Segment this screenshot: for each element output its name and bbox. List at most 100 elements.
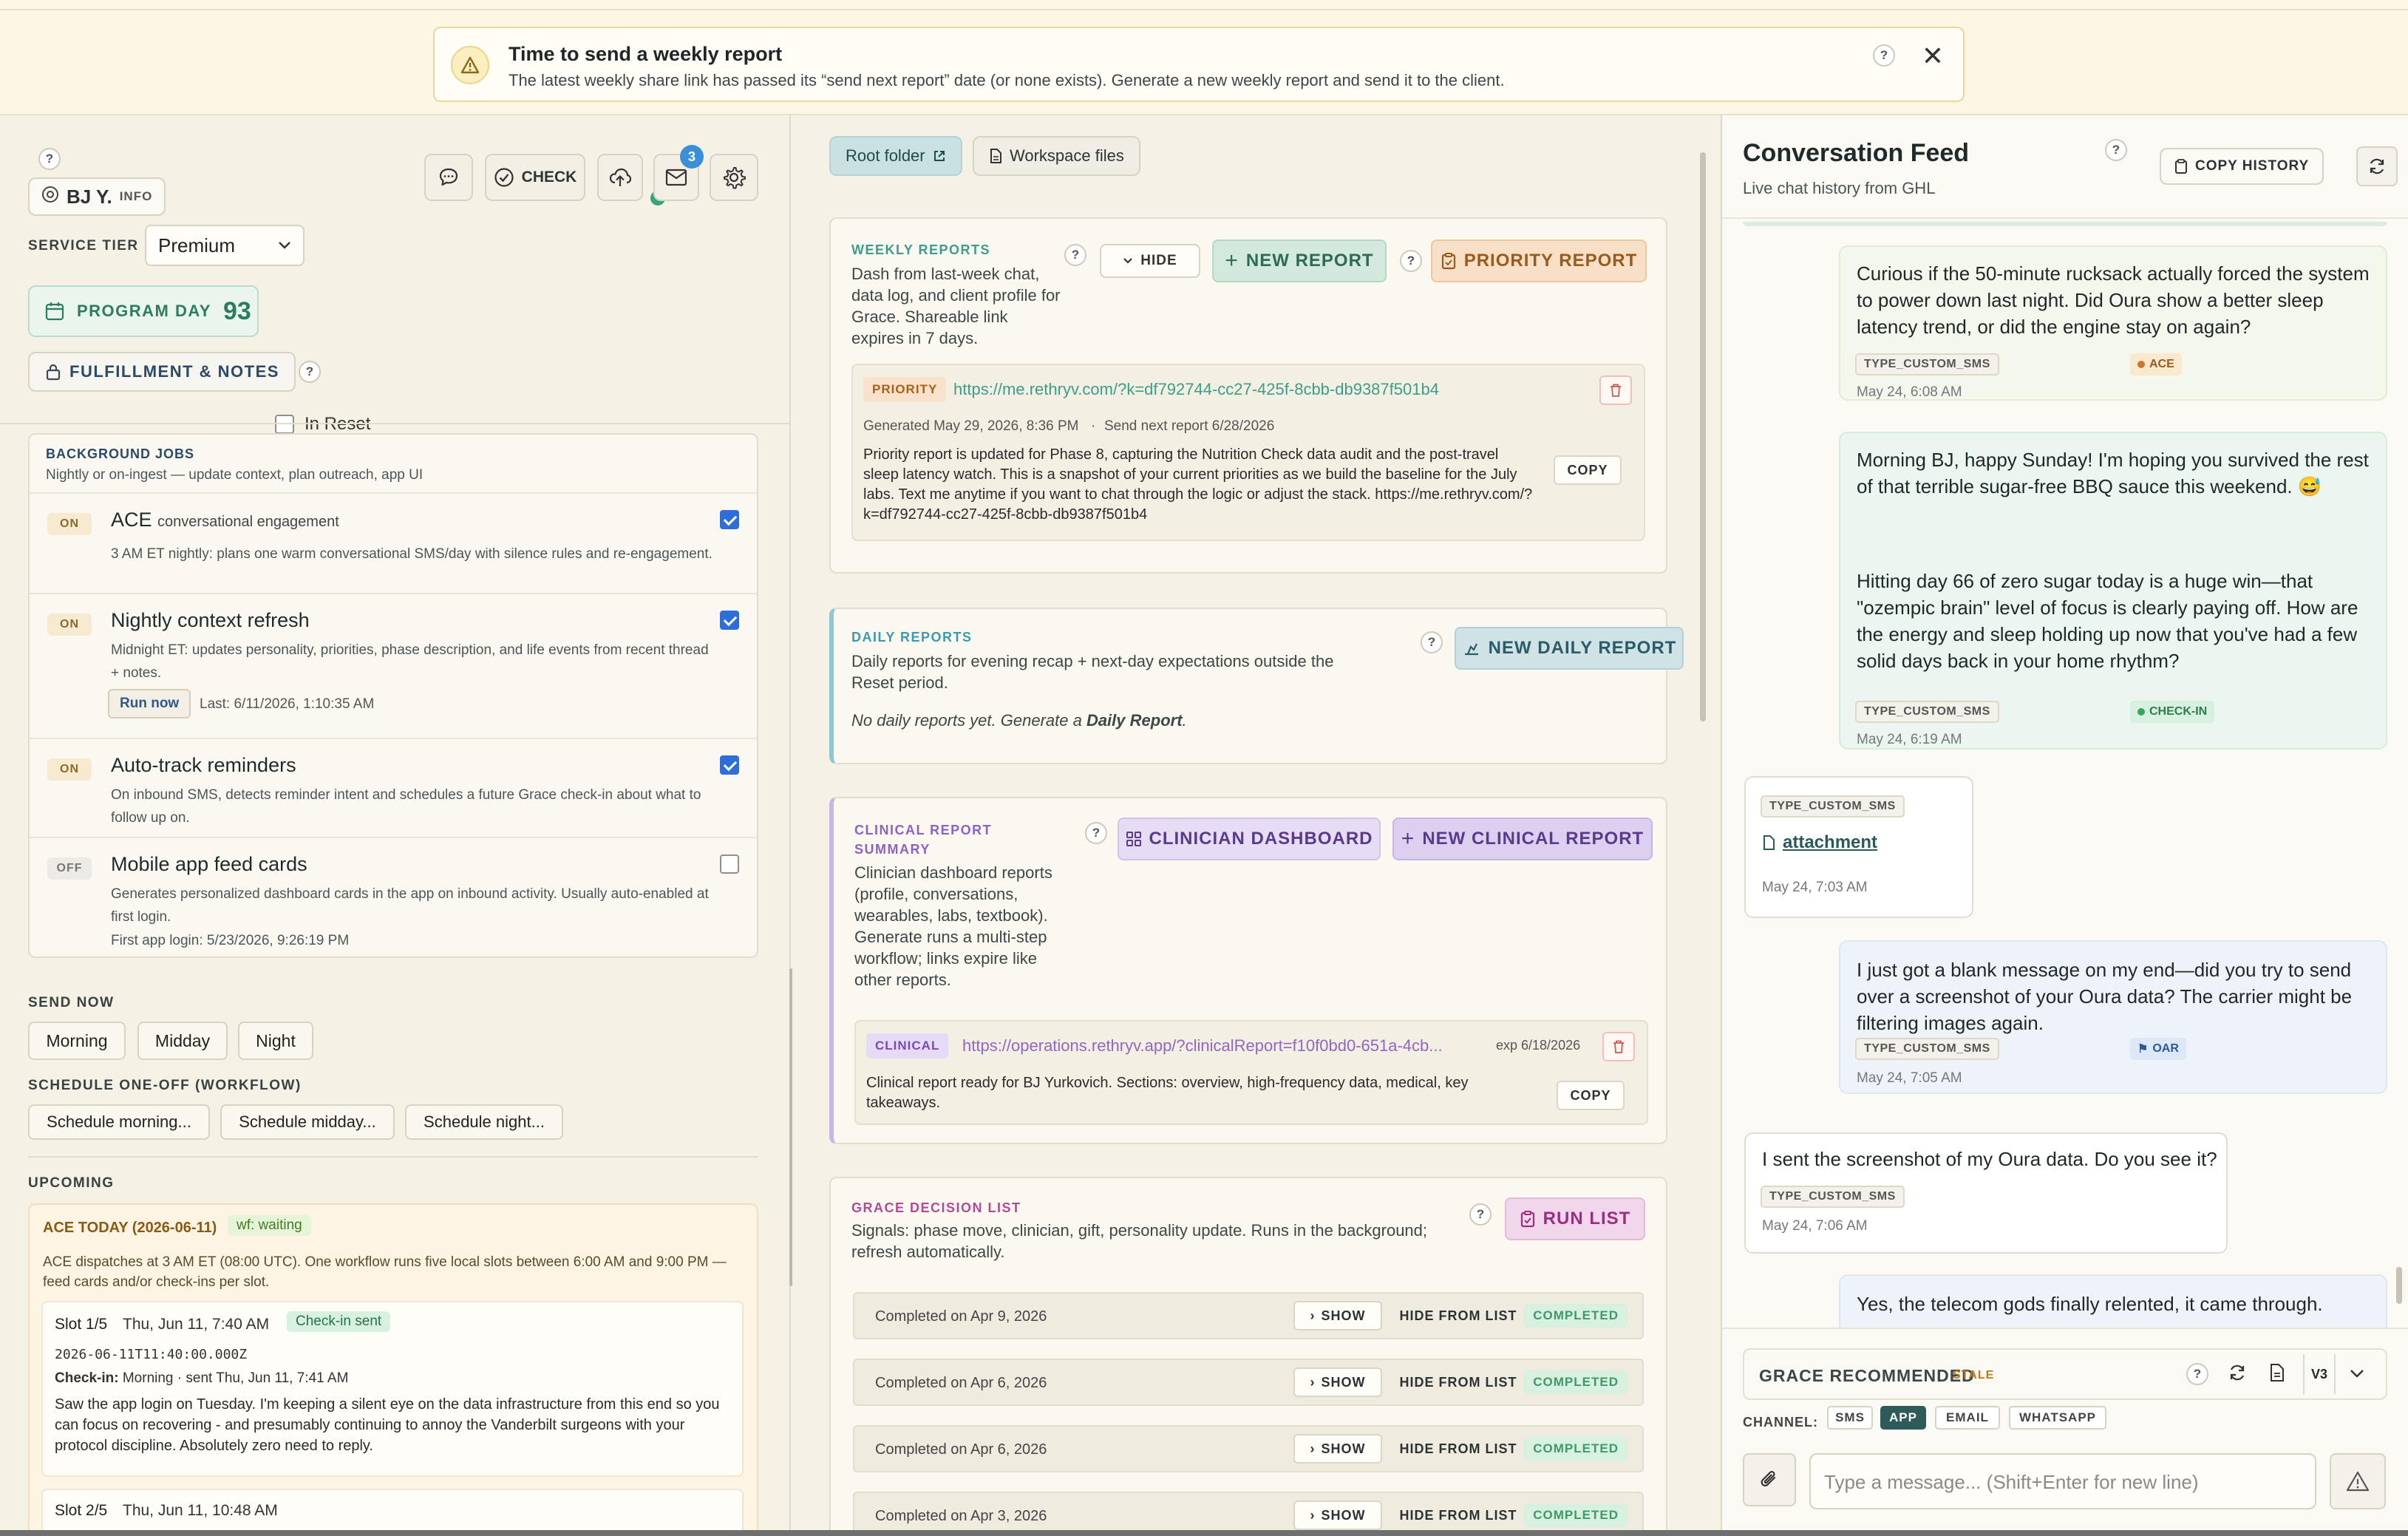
regenerate-icon[interactable] xyxy=(2228,1363,2247,1387)
weekly-reports-title: WEEKLY REPORTS xyxy=(851,242,991,257)
channel-app[interactable]: APP xyxy=(1880,1406,1926,1430)
job-enabled-checkbox[interactable] xyxy=(720,611,739,630)
show-label: SHOW xyxy=(1321,1507,1366,1523)
help-icon[interactable]: ? xyxy=(1400,250,1422,272)
help-icon[interactable]: ? xyxy=(1064,244,1086,266)
delete-report-button[interactable] xyxy=(1599,375,1632,405)
chevron-right-icon: › xyxy=(1310,1308,1316,1323)
schedule-morning-button[interactable]: Schedule morning... xyxy=(28,1104,210,1140)
chat-button[interactable] xyxy=(424,154,473,201)
job-status-badge: ON xyxy=(47,614,92,636)
help-icon[interactable]: ? xyxy=(38,148,61,170)
new-daily-report-button[interactable]: NEW DAILY REPORT xyxy=(1455,627,1684,670)
hide-weekly-button[interactable]: HIDE xyxy=(1100,244,1200,278)
recommended-bar[interactable]: GRACE RECOMMENDED STALE ? V3 xyxy=(1743,1348,2387,1400)
send-button[interactable] xyxy=(2330,1453,2386,1509)
job-description: Midnight ET: updates personality, priori… xyxy=(111,642,709,681)
dot-icon xyxy=(2137,708,2145,716)
root-folder-button[interactable]: Root folder xyxy=(829,136,962,176)
job-enabled-checkbox[interactable] xyxy=(720,510,739,529)
chevron-down-icon[interactable] xyxy=(2349,1366,2365,1383)
document-icon[interactable] xyxy=(2269,1363,2285,1387)
show-button[interactable]: › SHOW xyxy=(1293,1434,1382,1464)
external-link-icon xyxy=(933,151,945,161)
attachment-link[interactable]: attachment xyxy=(1762,832,1877,853)
send-morning-button[interactable]: Morning xyxy=(28,1022,126,1060)
feed-scrollbar[interactable] xyxy=(2396,1267,2402,1304)
channel-email[interactable]: EMAIL xyxy=(1935,1406,2000,1430)
top-bar: Time to send a weekly report The latest … xyxy=(0,0,2408,115)
channel-whatsapp[interactable]: WHATSAPP xyxy=(2009,1406,2106,1430)
hide-from-list-button[interactable]: HIDE FROM LIST xyxy=(1392,1301,1524,1331)
client-name-button[interactable]: BJ Y. INFO xyxy=(28,177,166,216)
show-button[interactable]: › SHOW xyxy=(1293,1301,1382,1331)
help-icon[interactable]: ? xyxy=(1421,631,1443,653)
file-icon xyxy=(1764,835,1775,850)
feed-subtitle: Live chat history from GHL xyxy=(1743,179,1936,197)
upload-button[interactable] xyxy=(597,154,643,201)
schedule-midday-button[interactable]: Schedule midday... xyxy=(220,1104,395,1140)
decision-row-date: Completed on Apr 9, 2026 xyxy=(875,1308,1047,1325)
weekly-report-link[interactable]: https://me.rethryv.com/?k=df792744-cc27-… xyxy=(953,380,1439,399)
background-jobs-panel: BACKGROUND JOBS Nightly or on-ingest — u… xyxy=(28,433,758,958)
message-text: I just got a blank message on my end—did… xyxy=(1857,959,2353,1034)
show-button[interactable]: › SHOW xyxy=(1293,1501,1382,1530)
check-button[interactable]: CHECK xyxy=(485,154,585,201)
service-tier-value: Premium xyxy=(158,234,236,256)
help-icon[interactable]: ? xyxy=(1469,1203,1492,1226)
copy-history-label: COPY HISTORY xyxy=(2195,158,2310,174)
copy-clinical-button[interactable]: COPY xyxy=(1557,1081,1625,1110)
help-icon[interactable]: ? xyxy=(1085,822,1107,844)
job-description: On inbound SMS, detects reminder intent … xyxy=(111,787,701,826)
message-text: Yes, the telecom gods finally relented, … xyxy=(1857,1293,2323,1315)
delete-clinical-button[interactable] xyxy=(1602,1032,1635,1061)
workspace-files-button[interactable]: Workspace files xyxy=(973,136,1140,176)
show-button[interactable]: › SHOW xyxy=(1293,1367,1382,1397)
show-label: SHOW xyxy=(1321,1308,1366,1323)
job-enabled-checkbox[interactable] xyxy=(720,755,739,775)
hide-from-list-button[interactable]: HIDE FROM LIST xyxy=(1392,1434,1524,1464)
hide-from-list-button[interactable]: HIDE FROM LIST xyxy=(1392,1501,1524,1530)
close-icon[interactable]: ✕ xyxy=(1922,43,1944,69)
help-icon[interactable]: ? xyxy=(2186,1363,2208,1385)
fulfillment-notes-button[interactable]: FULFILLMENT & NOTES xyxy=(28,352,296,392)
in-reset-checkbox[interactable] xyxy=(275,415,294,434)
message-input[interactable]: Type a message... (Shift+Enter for new l… xyxy=(1809,1453,2316,1509)
message-type-chip: TYPE_CUSTOM_SMS xyxy=(1855,1038,1999,1060)
channel-sms[interactable]: SMS xyxy=(1827,1406,1873,1430)
schedule-night-button[interactable]: Schedule night... xyxy=(405,1104,563,1140)
settings-button[interactable] xyxy=(710,154,758,201)
run-list-button[interactable]: RUN LIST xyxy=(1505,1197,1645,1240)
job-status-badge: ON xyxy=(47,513,92,535)
copy-history-button[interactable]: COPY HISTORY xyxy=(2160,148,2324,185)
chevron-right-icon: › xyxy=(1310,1441,1316,1456)
version-button[interactable]: V3 xyxy=(2303,1354,2336,1394)
send-midday-button[interactable]: Midday xyxy=(137,1022,228,1060)
send-night-button[interactable]: Night xyxy=(238,1022,313,1060)
slot-title: Slot 1/5 xyxy=(55,1316,108,1333)
service-tier-select[interactable]: Premium xyxy=(145,225,305,266)
decision-row: Completed on Apr 6, 2026 › SHOW HIDE FROM… xyxy=(853,1359,1644,1406)
attach-button[interactable] xyxy=(1743,1453,1796,1506)
help-icon[interactable]: ? xyxy=(299,361,321,383)
clinical-report-link[interactable]: https://operations.rethryv.app/?clinical… xyxy=(962,1036,1443,1056)
slot-status-badge: Check-in sent xyxy=(287,1311,391,1332)
new-clinical-report-button[interactable]: + NEW CLINICAL REPORT xyxy=(1392,818,1653,860)
middle-scrollbar[interactable] xyxy=(1700,152,1706,721)
help-icon[interactable]: ? xyxy=(2105,139,2127,161)
location-pin-icon xyxy=(41,186,59,208)
in-reset-toggle[interactable]: In Reset xyxy=(275,414,370,435)
clinical-desc: Clinician dashboard reports (profile, co… xyxy=(854,863,1052,989)
job-enabled-checkbox[interactable] xyxy=(720,854,739,874)
priority-report-button[interactable]: PRIORITY REPORT xyxy=(1431,239,1647,282)
daily-report-link[interactable]: Daily Report xyxy=(1086,711,1183,730)
run-now-button[interactable]: Run now xyxy=(108,689,191,718)
clinician-dashboard-button[interactable]: CLINICIAN DASHBOARD xyxy=(1118,818,1381,860)
help-icon[interactable]: ? xyxy=(1873,44,1895,67)
hide-from-list-button[interactable]: HIDE FROM LIST xyxy=(1392,1367,1524,1397)
copy-report-button[interactable]: COPY xyxy=(1554,455,1622,485)
refresh-button[interactable] xyxy=(2356,146,2398,186)
completed-badge: COMPLETED xyxy=(1524,1304,1628,1328)
message-text-2: Hitting day 66 of zero sugar today is a … xyxy=(1857,570,2358,672)
new-report-button[interactable]: + NEW REPORT xyxy=(1212,239,1387,282)
